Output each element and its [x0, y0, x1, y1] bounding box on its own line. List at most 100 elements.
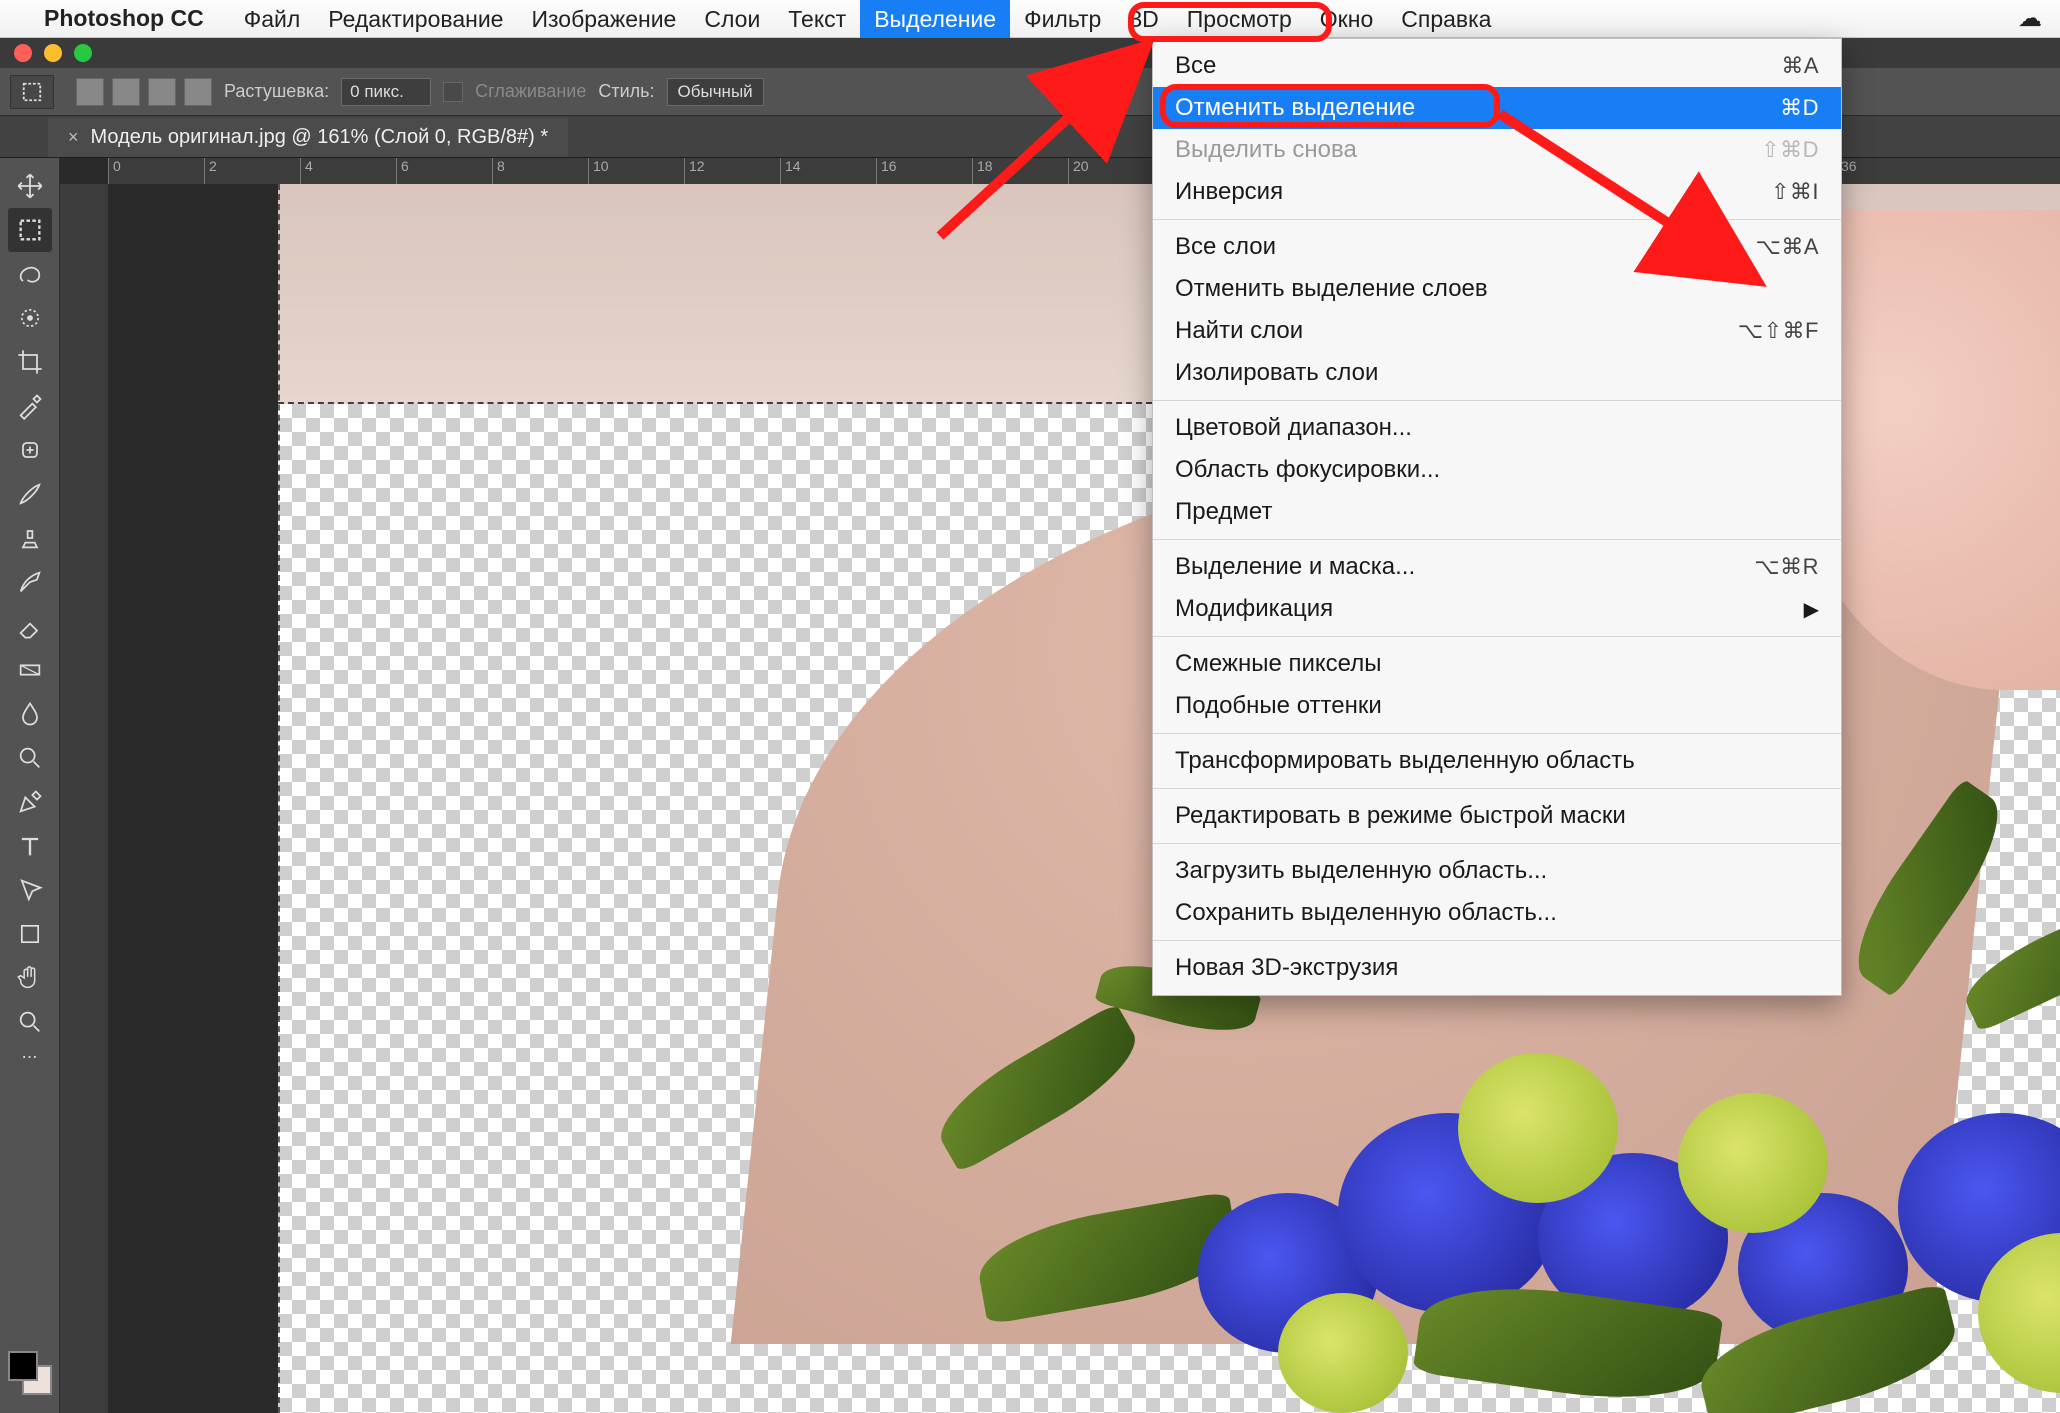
- menu-item[interactable]: Новая 3D-экструзия: [1153, 947, 1841, 989]
- antialias-checkbox[interactable]: [443, 82, 463, 102]
- menu-image[interactable]: Изображение: [517, 0, 690, 38]
- dodge-tool[interactable]: [8, 736, 52, 780]
- menu-help[interactable]: Справка: [1387, 0, 1505, 38]
- tools-panel: ⋯: [0, 158, 60, 1413]
- color-wells[interactable]: [8, 1351, 52, 1395]
- pen-tool[interactable]: [8, 780, 52, 824]
- select-menu-dropdown: Все⌘AОтменить выделение⌘DВыделить снова⇧…: [1152, 38, 1842, 996]
- mac-menubar: Photoshop CC Файл Редактирование Изображ…: [0, 0, 2060, 38]
- menu-item-label: Подобные оттенки: [1175, 692, 1382, 720]
- menu-item[interactable]: Отменить выделение слоев: [1153, 268, 1841, 310]
- menu-item-label: Предмет: [1175, 498, 1272, 526]
- app-name[interactable]: Photoshop CC: [44, 5, 204, 32]
- menu-item[interactable]: Загрузить выделенную область...: [1153, 850, 1841, 892]
- foreground-color-well[interactable]: [8, 1351, 38, 1381]
- menu-separator: [1153, 733, 1841, 734]
- hand-tool[interactable]: [8, 956, 52, 1000]
- selection-intersect-icon[interactable]: [184, 78, 212, 106]
- menu-separator: [1153, 539, 1841, 540]
- tool-preset-picker[interactable]: [10, 75, 54, 109]
- selection-marquee-left: [278, 184, 282, 1413]
- eraser-tool[interactable]: [8, 604, 52, 648]
- submenu-arrow-icon: ▶: [1804, 597, 1819, 622]
- eyedropper-tool[interactable]: [8, 384, 52, 428]
- ruler-tick: 20: [1068, 158, 1089, 184]
- menu-item[interactable]: Область фокусировки...: [1153, 449, 1841, 491]
- menu-item-label: Цветовой диапазон...: [1175, 414, 1412, 442]
- menu-file[interactable]: Файл: [230, 0, 315, 38]
- menu-layers[interactable]: Слои: [690, 0, 774, 38]
- menu-edit[interactable]: Редактирование: [314, 0, 517, 38]
- healing-tool[interactable]: [8, 428, 52, 472]
- vertical-ruler[interactable]: [60, 184, 108, 1413]
- menu-filter[interactable]: Фильтр: [1010, 0, 1115, 38]
- ruler-tick: 2: [204, 158, 217, 184]
- menu-item[interactable]: Цветовой диапазон...: [1153, 407, 1841, 449]
- menu-item-label: Редактировать в режиме быстрой маски: [1175, 802, 1626, 830]
- blur-tool[interactable]: [8, 692, 52, 736]
- menu-item[interactable]: Модификация ▶: [1153, 588, 1841, 630]
- menu-text[interactable]: Текст: [774, 0, 860, 38]
- type-tool[interactable]: [8, 824, 52, 868]
- menu-item[interactable]: Инверсия⇧⌘I: [1153, 171, 1841, 213]
- history-brush-tool[interactable]: [8, 560, 52, 604]
- menu-item-shortcut: ⇧⌘D: [1761, 137, 1819, 163]
- cloud-sync-icon[interactable]: ☁︎: [2018, 4, 2042, 33]
- ruler-tick: 4: [300, 158, 313, 184]
- menu-item-label: Новая 3D-экструзия: [1175, 954, 1398, 982]
- selection-new-icon[interactable]: [76, 78, 104, 106]
- menu-item-label: Все слои: [1175, 233, 1276, 261]
- ruler-tick: 6: [396, 158, 409, 184]
- style-label: Стиль:: [598, 81, 654, 102]
- brush-tool[interactable]: [8, 472, 52, 516]
- menu-item-label: Модификация: [1175, 595, 1333, 623]
- menu-item[interactable]: Найти слои⌥⇧⌘F: [1153, 310, 1841, 352]
- marquee-tool[interactable]: [8, 208, 52, 252]
- selection-subtract-icon[interactable]: [148, 78, 176, 106]
- feather-input[interactable]: [341, 78, 431, 106]
- window-close-button[interactable]: [14, 44, 32, 62]
- path-select-tool[interactable]: [8, 868, 52, 912]
- shape-tool[interactable]: [8, 912, 52, 956]
- style-select[interactable]: Обычный: [667, 78, 764, 106]
- menu-item[interactable]: Смежные пикселы: [1153, 643, 1841, 685]
- menu-separator: [1153, 940, 1841, 941]
- menu-item: Выделить снова⇧⌘D: [1153, 129, 1841, 171]
- menu-item-label: Найти слои: [1175, 317, 1303, 345]
- menu-item-shortcut: ⌘A: [1781, 53, 1819, 79]
- document-tab[interactable]: × Модель оригинал.jpg @ 161% (Слой 0, RG…: [48, 118, 568, 157]
- menu-separator: [1153, 788, 1841, 789]
- menu-item[interactable]: Выделение и маска...⌥⌘R: [1153, 546, 1841, 588]
- menu-item[interactable]: Редактировать в режиме быстрой маски: [1153, 795, 1841, 837]
- menu-item-shortcut: ⌥⌘R: [1754, 554, 1819, 580]
- window-minimize-button[interactable]: [44, 44, 62, 62]
- crop-tool[interactable]: [8, 340, 52, 384]
- feather-label: Растушевка:: [224, 81, 329, 102]
- menu-separator: [1153, 400, 1841, 401]
- lasso-tool[interactable]: [8, 252, 52, 296]
- quick-select-tool[interactable]: [8, 296, 52, 340]
- menu-item[interactable]: Все⌘A: [1153, 45, 1841, 87]
- menu-select[interactable]: Выделение: [860, 0, 1010, 38]
- selection-add-icon[interactable]: [112, 78, 140, 106]
- menu-item[interactable]: Подобные оттенки: [1153, 685, 1841, 727]
- gradient-tool[interactable]: [8, 648, 52, 692]
- move-tool[interactable]: [8, 164, 52, 208]
- menu-item-label: Изолировать слои: [1175, 359, 1378, 387]
- close-tab-icon[interactable]: ×: [68, 127, 79, 148]
- more-tools-icon[interactable]: ⋯: [8, 1044, 52, 1070]
- menu-item-label: Область фокусировки...: [1175, 456, 1440, 484]
- menu-item[interactable]: Все слои⌥⌘A: [1153, 226, 1841, 268]
- ruler-tick: 14: [780, 158, 801, 184]
- menu-item[interactable]: Сохранить выделенную область...: [1153, 892, 1841, 934]
- window-zoom-button[interactable]: [74, 44, 92, 62]
- menu-item[interactable]: Предмет: [1153, 491, 1841, 533]
- menu-item[interactable]: Трансформировать выделенную область: [1153, 740, 1841, 782]
- ruler-tick: 12: [684, 158, 705, 184]
- zoom-tool[interactable]: [8, 1000, 52, 1044]
- menu-separator: [1153, 843, 1841, 844]
- marquee-icon: [21, 81, 43, 103]
- menu-item[interactable]: Изолировать слои: [1153, 352, 1841, 394]
- clone-stamp-tool[interactable]: [8, 516, 52, 560]
- document-tab-title: Модель оригинал.jpg @ 161% (Слой 0, RGB/…: [91, 126, 549, 149]
